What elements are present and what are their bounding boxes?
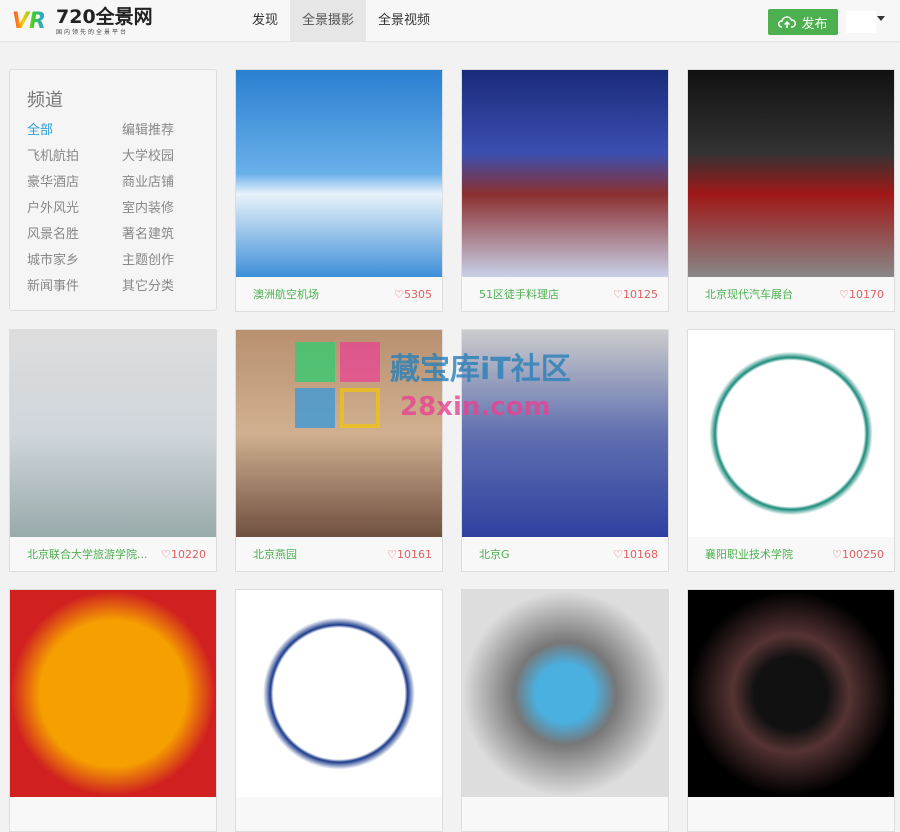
category-item[interactable]: 飞机航拍	[27, 148, 122, 166]
panorama-thumbnail[interactable]	[688, 70, 894, 277]
category-item[interactable]: 风景名胜	[27, 226, 122, 244]
card-caption	[462, 797, 668, 831]
vr-logo-icon: VR	[12, 9, 56, 34]
logo[interactable]: VR 720全景网 国内领先的全景平台	[12, 5, 157, 37]
logo-text: 720全景网	[56, 5, 153, 28]
panorama-card[interactable]: 澳洲航空机场 ♡5305	[235, 69, 443, 312]
logo-subtitle: 国内领先的全景平台	[56, 28, 129, 36]
panorama-thumbnail[interactable]	[236, 330, 442, 537]
category-item[interactable]: 大学校园	[122, 148, 217, 166]
category-item[interactable]: 城市家乡	[27, 252, 122, 270]
card-title[interactable]: 北京现代汽车展台	[705, 286, 793, 302]
user-menu-caret-icon[interactable]	[877, 16, 885, 21]
user-avatar[interactable]	[846, 11, 876, 33]
panorama-thumbnail[interactable]	[462, 330, 668, 537]
like-count[interactable]: ♡10125	[613, 288, 658, 301]
channel-sidebar: 频道 全部 编辑推荐 飞机航拍 大学校园 豪华酒店 商业店铺 户外风光 室内装修 风景名胜 著名建…	[9, 69, 217, 311]
panorama-thumbnail[interactable]	[236, 70, 442, 277]
panorama-card[interactable]: 北京现代汽车展台 ♡10170	[687, 69, 895, 312]
card-caption	[688, 797, 894, 831]
panorama-thumbnail[interactable]	[462, 70, 668, 277]
panorama-card[interactable]	[461, 589, 669, 832]
card-title[interactable]: 北京燕园	[253, 546, 297, 562]
sidebar-title: 频道	[27, 90, 63, 111]
card-title[interactable]: 北京G	[479, 546, 510, 562]
panorama-card[interactable]: 51区徒手料理店 ♡10125	[461, 69, 669, 312]
publish-label: 发布	[801, 16, 828, 32]
card-title[interactable]: 襄阳职业技术学院	[705, 546, 793, 562]
panorama-thumbnail[interactable]	[688, 590, 894, 797]
category-item[interactable]: 豪华酒店	[27, 174, 122, 192]
like-count[interactable]: ♡10220	[161, 548, 206, 561]
card-caption: 澳洲航空机场 ♡5305	[236, 277, 442, 311]
category-item[interactable]: 户外风光	[27, 200, 122, 218]
like-count[interactable]: ♡5305	[394, 288, 432, 301]
panorama-card[interactable]: 北京燕园 ♡10161	[235, 329, 443, 572]
panorama-card[interactable]: 北京联合大学旅游学院... ♡10220	[9, 329, 217, 572]
panorama-card[interactable]: 北京G ♡10168	[461, 329, 669, 572]
category-item[interactable]: 著名建筑	[122, 226, 217, 244]
main-nav: 发现 全景摄影 全景视频	[240, 0, 442, 42]
like-count[interactable]: ♡100250	[832, 548, 884, 561]
card-title[interactable]: 北京联合大学旅游学院...	[27, 546, 148, 562]
panorama-card[interactable]	[235, 589, 443, 832]
card-title[interactable]: 51区徒手料理店	[479, 286, 559, 302]
panorama-card[interactable]: 襄阳职业技术学院 ♡100250	[687, 329, 895, 572]
panorama-thumbnail[interactable]	[688, 330, 894, 537]
card-caption: 襄阳职业技术学院 ♡100250	[688, 537, 894, 571]
panorama-thumbnail[interactable]	[10, 590, 216, 797]
nav-panorama-photo[interactable]: 全景摄影	[290, 0, 367, 42]
card-caption: 51区徒手料理店 ♡10125	[462, 277, 668, 311]
panorama-card[interactable]	[9, 589, 217, 832]
category-item[interactable]: 其它分类	[122, 278, 217, 296]
category-item[interactable]: 新闻事件	[27, 278, 122, 296]
panorama-card[interactable]	[687, 589, 895, 832]
cloud-upload-icon	[778, 16, 797, 28]
card-caption: 北京联合大学旅游学院... ♡10220	[10, 537, 216, 571]
panorama-thumbnail[interactable]	[462, 590, 668, 797]
panorama-thumbnail[interactable]	[236, 590, 442, 797]
like-count[interactable]: ♡10168	[613, 548, 658, 561]
category-item[interactable]: 全部	[27, 122, 122, 140]
publish-button[interactable]: 发布	[768, 9, 838, 35]
like-count[interactable]: ♡10161	[387, 548, 432, 561]
nav-panorama-video[interactable]: 全景视频	[366, 0, 442, 42]
panorama-thumbnail[interactable]	[10, 330, 216, 537]
card-caption	[236, 797, 442, 831]
card-title[interactable]: 澳洲航空机场	[253, 286, 319, 302]
category-item[interactable]: 室内装修	[122, 200, 217, 218]
category-item[interactable]: 主题创作	[122, 252, 217, 270]
card-caption: 北京现代汽车展台 ♡10170	[688, 277, 894, 311]
category-item[interactable]: 编辑推荐	[122, 122, 217, 140]
like-count[interactable]: ♡10170	[839, 288, 884, 301]
nav-discover[interactable]: 发现	[240, 0, 290, 42]
header: VR 720全景网 国内领先的全景平台 发现 全景摄影 全景视频 发布	[0, 0, 900, 42]
card-caption: 北京G ♡10168	[462, 537, 668, 571]
category-item[interactable]: 商业店铺	[122, 174, 217, 192]
card-caption: 北京燕园 ♡10161	[236, 537, 442, 571]
card-caption	[10, 797, 216, 831]
